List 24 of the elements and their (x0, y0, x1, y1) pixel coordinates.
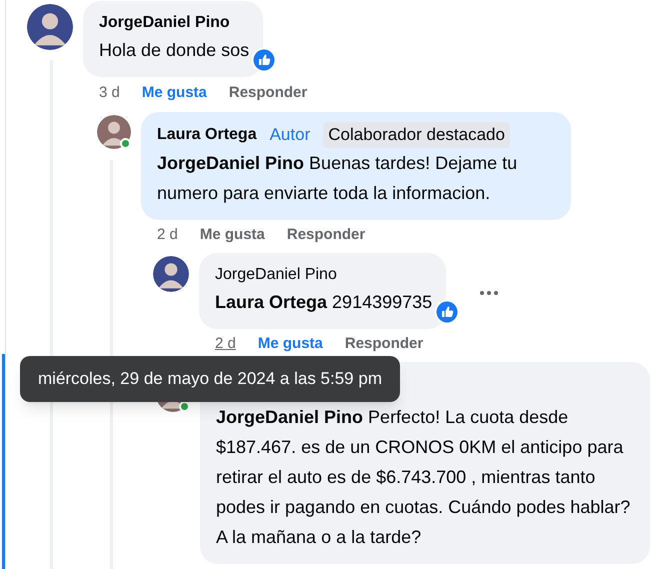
avatar[interactable] (153, 256, 189, 292)
author-name[interactable]: Laura Ortega (157, 122, 257, 147)
reply-link[interactable]: Responder (286, 224, 366, 247)
contributor-badge: Colaborador destacado (323, 122, 510, 148)
author-name[interactable]: JorgeDaniel Pino (99, 11, 230, 35)
like-link[interactable]: Me gusta (200, 224, 265, 247)
date-tooltip: miércoles, 29 de mayo de 2024 a las 5:59 pm (20, 356, 400, 402)
time-link[interactable]: 2 d (157, 224, 178, 247)
like-link[interactable]: Me gusta (142, 82, 207, 104)
comment-text: Hola de donde sos (99, 39, 250, 62)
like-reaction-icon[interactable] (251, 47, 278, 73)
avatar[interactable] (97, 115, 131, 149)
comment-text: JorgeDaniel Pino Buenas tardes! Dejame tu numero para enviarte toda la informacion. (157, 152, 518, 205)
like-reaction-icon[interactable] (434, 298, 460, 324)
more-options-icon[interactable] (480, 290, 498, 294)
like-link[interactable]: Me gusta (258, 333, 323, 356)
reply-link[interactable]: Responder (228, 82, 308, 104)
reply-link[interactable]: Responder (344, 333, 424, 356)
comment-text: JorgeDaniel Pino Perfecto! La cuota desde $187.467. es de un CRONOS 0KM el anticipo para retirar el auto es de $6.743.700 , mientras tanto podes ir pagando en cuotas. Cuándo podes hablar? A la mañana o a la tarde? (216, 406, 632, 548)
author-name[interactable]: JorgeDaniel Pino (215, 262, 337, 286)
time-link[interactable]: 3 d (99, 82, 120, 104)
comment-text: Laura Ortega 2914399735 (215, 290, 432, 314)
time-link[interactable]: 2 d (215, 333, 236, 356)
avatar[interactable] (27, 4, 73, 50)
